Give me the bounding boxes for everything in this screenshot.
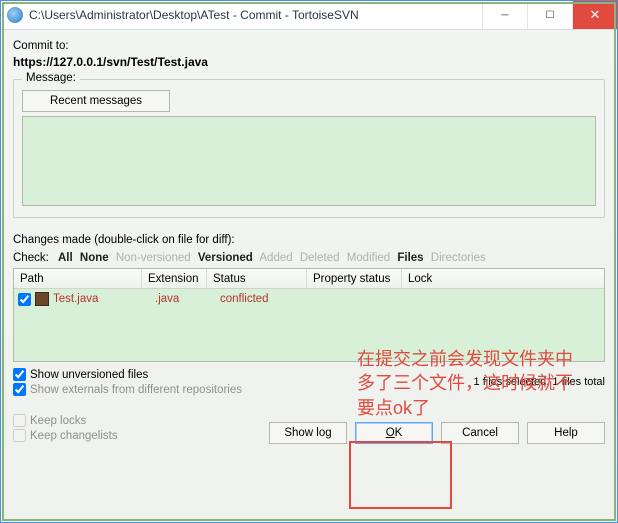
- commit-url: https://127.0.0.1/svn/Test/Test.java: [13, 55, 605, 69]
- commit-message-input[interactable]: [22, 116, 596, 206]
- filter-versioned[interactable]: Versioned: [198, 252, 253, 264]
- show-unversioned-label: Show unversioned files: [30, 369, 148, 381]
- filter-nonversioned[interactable]: Non-versioned: [116, 252, 191, 264]
- keep-locks-check: Keep locks: [13, 414, 118, 427]
- col-ext[interactable]: Extension: [142, 269, 207, 288]
- col-status[interactable]: Status: [207, 269, 307, 288]
- file-row-checkbox[interactable]: [18, 293, 31, 306]
- titlebar[interactable]: C:\Users\Administrator\Desktop\ATest - C…: [1, 1, 617, 30]
- filter-added[interactable]: Added: [259, 252, 292, 264]
- check-label: Check:: [13, 252, 49, 264]
- recent-messages-button[interactable]: Recent messages: [22, 90, 170, 112]
- filter-directories[interactable]: Directories: [431, 252, 486, 264]
- file-path: Test.java: [53, 293, 155, 305]
- check-filter-row: Check: All None Non-versioned Versioned …: [13, 252, 605, 264]
- file-ext: .java: [155, 293, 220, 305]
- file-row[interactable]: Test.java .java conflicted: [14, 289, 604, 309]
- file-list[interactable]: Path Extension Status Property status Lo…: [13, 268, 605, 362]
- col-prop[interactable]: Property status: [307, 269, 402, 288]
- filter-modified[interactable]: Modified: [347, 252, 390, 264]
- selection-status: 1 files selected, 1 files total: [474, 376, 605, 388]
- show-unversioned-check[interactable]: Show unversioned files: [13, 368, 242, 381]
- filter-files[interactable]: Files: [397, 252, 423, 264]
- show-externals-checkbox[interactable]: [13, 383, 26, 396]
- file-status: conflicted: [220, 293, 320, 305]
- keep-locks-label: Keep locks: [30, 415, 86, 427]
- filter-deleted[interactable]: Deleted: [300, 252, 340, 264]
- file-list-header[interactable]: Path Extension Status Property status Lo…: [14, 269, 604, 289]
- ok-button[interactable]: OK: [355, 422, 433, 444]
- changes-made-label: Changes made (double-click on file for d…: [13, 234, 605, 246]
- keep-changelists-label: Keep changelists: [30, 430, 118, 442]
- col-lock[interactable]: Lock: [402, 269, 604, 288]
- col-path[interactable]: Path: [14, 269, 142, 288]
- show-unversioned-checkbox[interactable]: [13, 368, 26, 381]
- commit-to-label: Commit to:: [13, 40, 605, 52]
- message-group: Message: Recent messages: [13, 79, 605, 218]
- window-title: C:\Users\Administrator\Desktop\ATest - C…: [29, 8, 482, 22]
- close-button[interactable]: ✕: [572, 1, 617, 29]
- filter-none[interactable]: None: [80, 252, 109, 264]
- keep-changelists-check: Keep changelists: [13, 429, 118, 442]
- minimize-button[interactable]: ─: [482, 1, 527, 29]
- help-button[interactable]: Help: [527, 422, 605, 444]
- show-log-button[interactable]: Show log: [269, 422, 347, 444]
- show-externals-label: Show externals from different repositori…: [30, 384, 242, 396]
- keep-locks-checkbox: [13, 414, 26, 427]
- show-externals-check[interactable]: Show externals from different repositori…: [13, 383, 242, 396]
- filter-all[interactable]: All: [58, 252, 73, 264]
- keep-changelists-checkbox: [13, 429, 26, 442]
- java-file-icon: [35, 292, 49, 306]
- cancel-button[interactable]: Cancel: [441, 422, 519, 444]
- maximize-button[interactable]: ☐: [527, 1, 572, 29]
- tortoisesvn-icon: [7, 7, 23, 23]
- message-group-label: Message:: [22, 72, 80, 84]
